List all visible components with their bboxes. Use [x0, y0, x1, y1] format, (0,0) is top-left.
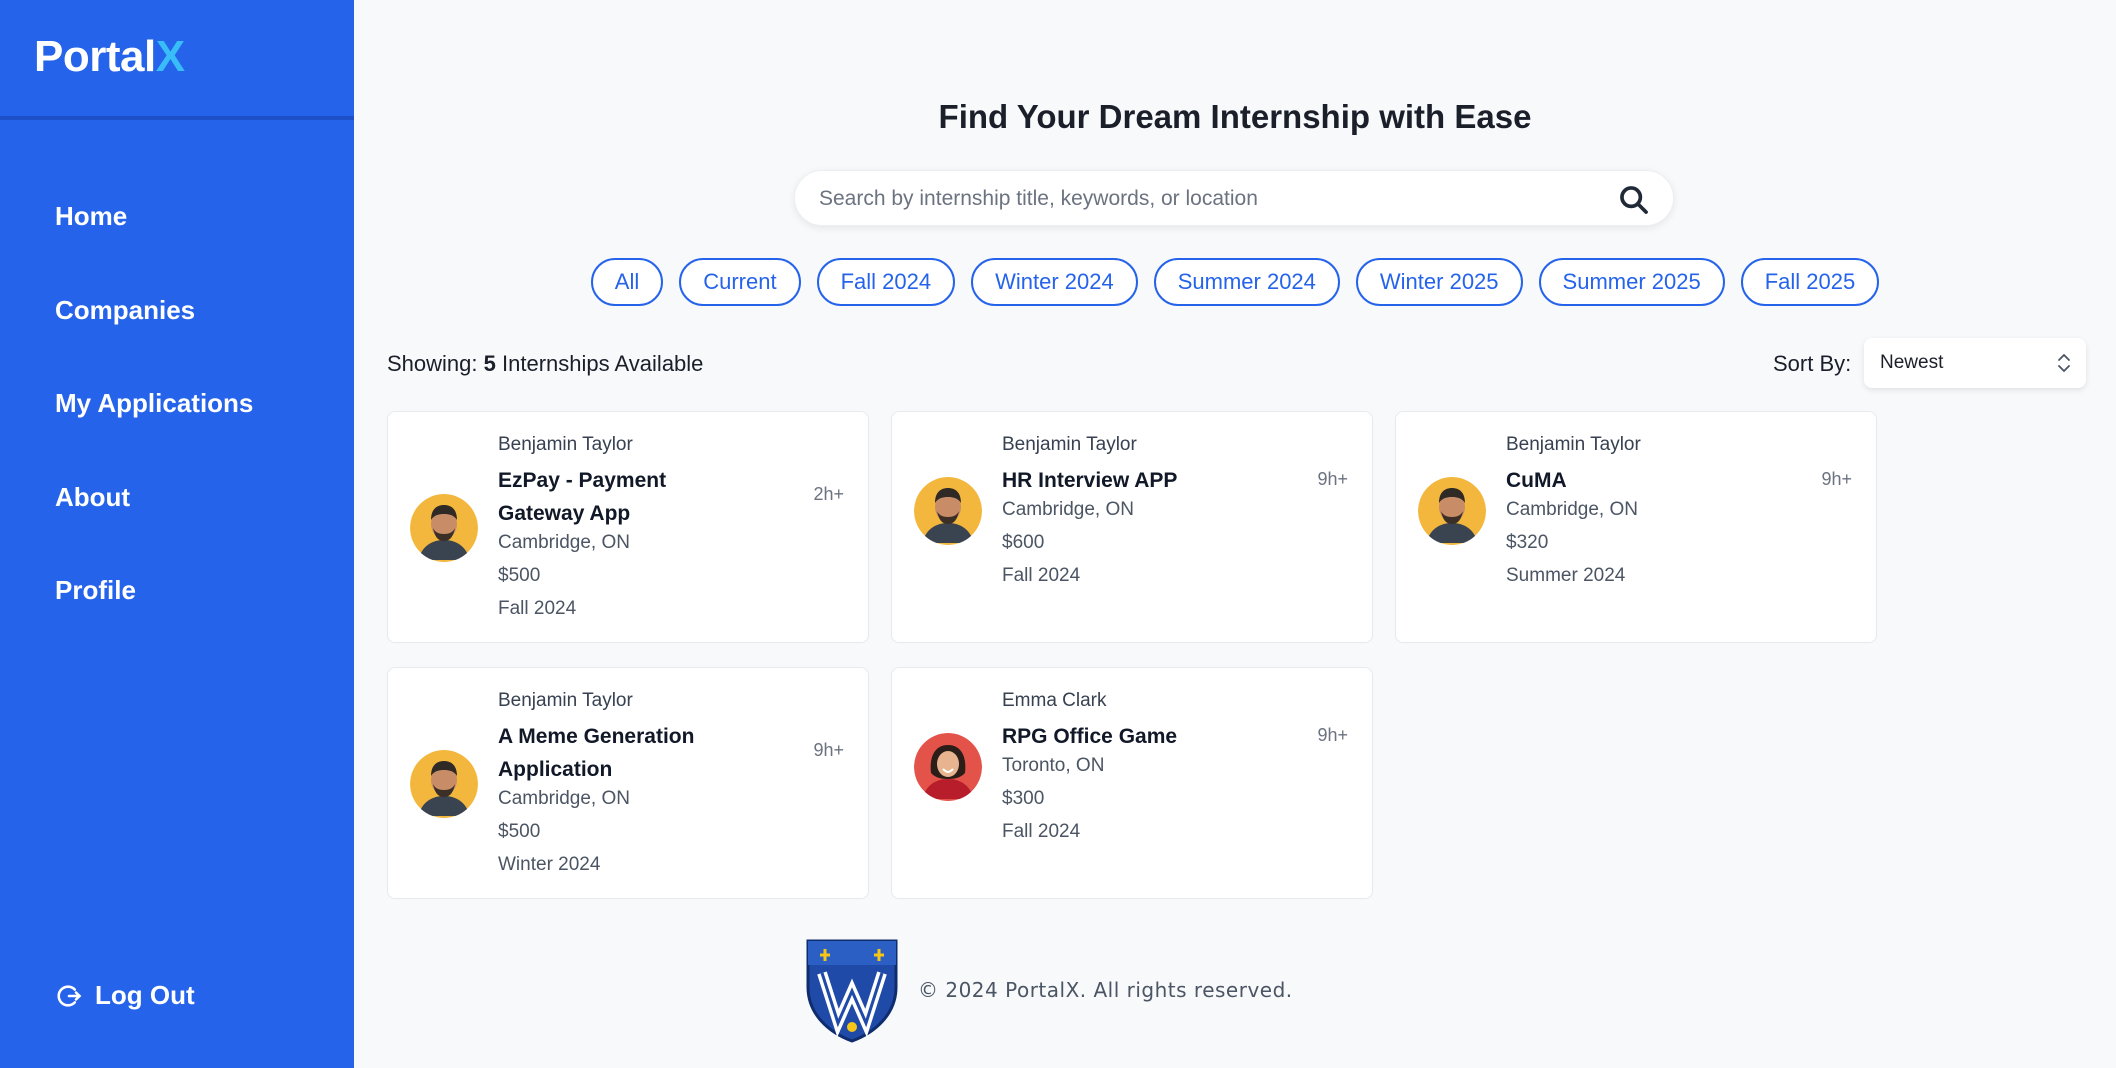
- card-pay: $600: [1002, 532, 1045, 553]
- main-content: Find Your Dream Internship with Ease All…: [354, 0, 2116, 1068]
- search-bar: [794, 170, 1674, 227]
- internship-card[interactable]: Benjamin Taylor EzPay - Payment Gateway …: [387, 411, 869, 643]
- card-location: Cambridge, ON: [498, 788, 630, 809]
- results-number: 5: [483, 351, 496, 376]
- brand-logo[interactable]: PortalX: [0, 0, 354, 120]
- filter-chip-all[interactable]: All: [590, 258, 664, 306]
- copyright-text: © 2024 PortalX. All rights reserved.: [918, 978, 1293, 1002]
- card-company: Benjamin Taylor: [1506, 434, 1641, 455]
- card-term: Summer 2024: [1506, 565, 1626, 586]
- results-prefix: Showing:: [387, 351, 478, 376]
- sidebar-item-profile[interactable]: Profile: [0, 554, 354, 648]
- footer: © 2024 PortalX. All rights reserved.: [804, 935, 1293, 1045]
- sidebar-item-my-applications[interactable]: My Applications: [0, 367, 354, 461]
- card-company: Benjamin Taylor: [498, 690, 633, 711]
- card-term: Fall 2024: [498, 598, 577, 619]
- logout-button[interactable]: Log Out: [55, 980, 195, 1011]
- card-title: EzPay - Payment Gateway App: [498, 469, 667, 525]
- filter-chip-winter-2024[interactable]: Winter 2024: [971, 258, 1138, 306]
- sort-label: Sort By:: [1773, 351, 1852, 376]
- filter-chip-fall-2025[interactable]: Fall 2025: [1740, 258, 1880, 306]
- term-filter-chips: All Current Fall 2024 Winter 2024 Summer…: [354, 258, 2116, 306]
- search-input[interactable]: [819, 171, 1599, 227]
- logout-icon: [57, 984, 82, 1007]
- page-title: Find Your Dream Internship with Ease: [938, 98, 1532, 135]
- filter-chip-fall-2024[interactable]: Fall 2024: [816, 258, 956, 306]
- card-pay: $500: [498, 565, 541, 586]
- brand-accent: X: [155, 32, 185, 81]
- filter-chip-summer-2024[interactable]: Summer 2024: [1153, 258, 1340, 306]
- results-suffix: Internships Available: [502, 351, 704, 376]
- card-posted-time: 9h+: [1317, 725, 1348, 745]
- university-shield-logo: [806, 939, 898, 1043]
- card-location: Cambridge, ON: [1002, 499, 1134, 520]
- sidebar-item-companies[interactable]: Companies: [0, 274, 354, 368]
- filter-chip-current[interactable]: Current: [679, 258, 801, 306]
- sort-select[interactable]: Newest: [1864, 338, 2086, 388]
- internship-card[interactable]: Benjamin Taylor A Meme Generation Applic…: [387, 667, 869, 899]
- sidebar: PortalX Home Companies My Applications A…: [0, 0, 354, 1068]
- card-title: A Meme Generation Application: [498, 725, 695, 781]
- sort-value: Newest: [1880, 352, 1944, 373]
- card-company: Emma Clark: [1002, 690, 1107, 711]
- logout-label: Log Out: [95, 980, 195, 1010]
- male-avatar: [410, 494, 478, 562]
- male-avatar: [1418, 477, 1486, 545]
- card-company: Benjamin Taylor: [1002, 434, 1137, 455]
- sidebar-item-about[interactable]: About: [0, 461, 354, 555]
- card-posted-time: 9h+: [1821, 469, 1852, 489]
- card-location: Cambridge, ON: [498, 532, 630, 553]
- male-avatar: [914, 477, 982, 545]
- card-posted-time: 9h+: [813, 740, 844, 760]
- filter-chip-winter-2025[interactable]: Winter 2025: [1355, 258, 1523, 306]
- card-pay: $300: [1002, 788, 1045, 809]
- card-posted-time: 2h+: [813, 484, 844, 504]
- results-count: Showing: 5 Internships Available: [387, 351, 703, 377]
- card-pay: $320: [1506, 532, 1549, 553]
- card-pay: $500: [498, 821, 541, 842]
- card-posted-time: 9h+: [1317, 469, 1348, 489]
- female-avatar: [914, 733, 982, 801]
- card-location: Toronto, ON: [1002, 755, 1105, 776]
- sidebar-nav: Home Companies My Applications About Pro…: [0, 120, 354, 648]
- brand-name: Portal: [34, 32, 156, 81]
- internship-card[interactable]: Benjamin Taylor CuMA 9h+ Cambridge, ON $…: [1395, 411, 1877, 643]
- card-term: Fall 2024: [1002, 821, 1081, 842]
- card-location: Cambridge, ON: [1506, 499, 1638, 520]
- search-icon[interactable]: [1617, 183, 1651, 217]
- internship-card[interactable]: Emma Clark RPG Office Game 9h+ Toronto, …: [891, 667, 1373, 899]
- card-term: Winter 2024: [498, 854, 601, 875]
- internship-card[interactable]: Benjamin Taylor HR Interview APP 9h+ Cam…: [891, 411, 1373, 643]
- filter-chip-summer-2025[interactable]: Summer 2025: [1538, 258, 1725, 306]
- card-term: Fall 2024: [1002, 565, 1081, 586]
- card-company: Benjamin Taylor: [498, 434, 633, 455]
- chevron-updown-icon: [2058, 353, 2070, 373]
- sidebar-item-home[interactable]: Home: [0, 180, 354, 274]
- male-avatar: [410, 750, 478, 818]
